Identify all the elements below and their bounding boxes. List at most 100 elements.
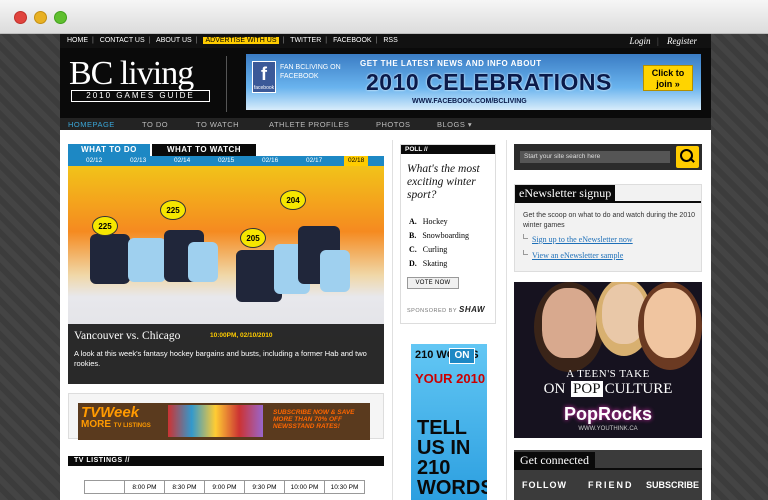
subscribe-link[interactable]: SUBSCRIBE (646, 480, 699, 490)
photo-shape (542, 288, 596, 358)
skater-helmet: 225 (160, 200, 186, 220)
tab-what-to-do[interactable]: WHAT TO DO (68, 144, 150, 156)
skater-figure (188, 242, 218, 282)
skater-helmet: 204 (280, 190, 306, 210)
main-nav-photos[interactable]: PHOTOS (376, 120, 411, 129)
feature-title[interactable]: Vancouver vs. Chicago (74, 330, 180, 342)
site-logo-subtitle: 2010 GAMES GUIDE (71, 90, 210, 102)
search-input[interactable]: Start your site search here (520, 151, 670, 163)
photo-shape (644, 288, 696, 358)
nav-separator: | (375, 37, 378, 44)
time-header: 10:00 PM (284, 480, 325, 494)
login-link[interactable]: Login (630, 36, 651, 46)
date-link[interactable]: 02/13 (130, 157, 146, 164)
feature-image[interactable]: 225 225 204 205 Vancouver vs. Chicago 10… (68, 166, 384, 384)
divider (515, 201, 701, 203)
banner-fb-label: FAN BCLIVING ON FACEBOOK (280, 64, 341, 80)
divider (226, 56, 227, 112)
date-link-active[interactable]: 02/18 (344, 156, 369, 166)
time-header: 8:30 PM (164, 480, 205, 494)
main-nav-to-do[interactable]: TO DO (142, 120, 168, 129)
banner-url: WWW.FACEBOOK.COM/BCLIVING (412, 98, 527, 105)
enewsletter-sample-link[interactable]: View an eNewsletter sample (532, 251, 623, 260)
browser-titlebar (0, 0, 768, 34)
date-link[interactable]: 02/16 (262, 157, 278, 164)
shaw-logo: SHAW (459, 305, 486, 314)
tvweek-ad-box: TVWeek MORE TV LISTINGS SUBSCRIBE NOW & … (68, 393, 384, 440)
tvweek-logo: TVWeek (81, 404, 140, 421)
poll-widget: POLL // What's the most exciting winter … (400, 144, 496, 324)
facebook-icon: f facebook (252, 61, 276, 93)
vote-now-button[interactable]: VOTE NOW (407, 277, 459, 289)
nav-separator: | (195, 37, 198, 44)
search-icon[interactable] (676, 146, 699, 168)
feature-description: A look at this week's fantasy hockey bar… (74, 349, 367, 368)
tv-listings-table: 8:00 PM 8:30 PM 9:00 PM 9:30 PM 10:00 PM… (84, 480, 365, 494)
sky-ad-badge: ON (449, 348, 475, 364)
nav-separator: | (92, 37, 94, 44)
top-nav-facebook[interactable]: FACEBOOK (333, 37, 372, 44)
register-link[interactable]: Register (667, 36, 697, 46)
maximize-window-button[interactable] (54, 11, 67, 24)
feature-timestamp: 10:00PM, 02/10/2010 (210, 332, 273, 339)
poll-option[interactable]: C. Curling (409, 245, 469, 259)
nav-separator: | (656, 36, 659, 46)
banner-headline: 2010 CELEBRATIONS (366, 69, 612, 95)
divider (514, 468, 702, 470)
facebook-banner-ad[interactable]: f facebook FAN BCLIVING ON FACEBOOK GET T… (246, 54, 701, 110)
bracket-icon (523, 234, 528, 239)
210-words-ad[interactable]: 210 WORDS ON YOUR 2010 TELL US IN 210 WO… (411, 344, 487, 500)
date-link[interactable]: 02/14 (174, 157, 190, 164)
teen-ad-url: WWW.YOUTHINK.CA (578, 426, 638, 432)
friend-link[interactable]: FRIEND (588, 480, 634, 490)
poll-option[interactable]: D. Skating (409, 259, 469, 273)
tab-what-to-watch[interactable]: WHAT TO WATCH (152, 144, 256, 156)
poll-option[interactable]: B. Snowboarding (409, 231, 469, 245)
time-header: 9:30 PM (244, 480, 285, 494)
top-nav-rss[interactable]: RSS (383, 37, 397, 44)
poll-question: What's the most exciting winter sport? (407, 163, 480, 201)
tv-listings-heading: TV LISTINGS // (68, 456, 384, 466)
poll-sponsor: SPONSORED BY SHAW (407, 305, 486, 314)
teen-ad-line1: A TEEN'S TAKE (566, 368, 650, 380)
date-link[interactable]: 02/15 (218, 157, 234, 164)
follow-link[interactable]: FOLLOW (522, 480, 567, 490)
feature-caption: Vancouver vs. Chicago 10:00PM, 02/10/201… (68, 324, 384, 384)
top-nav-home[interactable]: HOME (67, 37, 88, 44)
skater-figure (90, 234, 130, 284)
masthead: BC living 2010 GAMES GUIDE f facebook FAN… (60, 48, 711, 118)
main-nav-athlete-profiles[interactable]: ATHLETE PROFILES (269, 120, 349, 129)
sky-ad-text: TELL US IN 210 WORDS YOUR (417, 417, 487, 500)
top-nav: HOME | CONTACT US | ABOUT US | ADVERTISE WI… (60, 34, 711, 48)
time-header: 9:00 PM (204, 480, 245, 494)
top-nav-contact[interactable]: CONTACT US (100, 37, 145, 44)
tvweek-ad[interactable]: TVWeek MORE TV LISTINGS SUBSCRIBE NOW & … (78, 403, 370, 440)
skater-helmet: 225 (92, 216, 118, 236)
time-header: 10:30 PM (324, 480, 365, 494)
top-nav-twitter[interactable]: TWITTER (290, 37, 321, 44)
skater-helmet: 205 (240, 228, 266, 248)
top-nav-about[interactable]: ABOUT US (156, 37, 192, 44)
top-nav-advertise[interactable]: ADVERTISE WITH US (203, 37, 279, 44)
enewsletter-signup-link[interactable]: Sign up to the eNewsletter now (532, 235, 633, 244)
enewsletter-heading: eNewsletter signup (515, 185, 616, 202)
close-window-button[interactable] (14, 11, 27, 24)
main-nav-homepage[interactable]: HOMEPAGE (68, 120, 115, 129)
minimize-window-button[interactable] (34, 11, 47, 24)
enewsletter-desc: Get the scoop on what to do and watch du… (523, 212, 696, 229)
date-link[interactable]: 02/17 (306, 157, 322, 164)
date-link[interactable]: 02/12 (86, 157, 102, 164)
divider (392, 140, 393, 500)
poll-option[interactable]: A. Hockey (409, 217, 469, 231)
site-logo[interactable]: BC living (69, 57, 194, 91)
poprocks-ad[interactable]: A TEEN'S TAKE ON POP CULTURE PopRocks WWW… (514, 282, 702, 438)
divider (506, 140, 507, 500)
main-nav-to-watch[interactable]: TO WATCH (196, 120, 239, 129)
skater-figure (128, 238, 166, 282)
banner-join-button[interactable]: Click to join » (643, 65, 693, 91)
nav-separator: | (148, 37, 151, 44)
enewsletter-box: eNewsletter signup Get the scoop on what… (514, 184, 702, 272)
skater-figure (320, 250, 350, 292)
main-nav-blogs[interactable]: BLOGS ▾ (437, 120, 472, 129)
banner-line1: GET THE LATEST NEWS AND INFO ABOUT (360, 59, 542, 68)
